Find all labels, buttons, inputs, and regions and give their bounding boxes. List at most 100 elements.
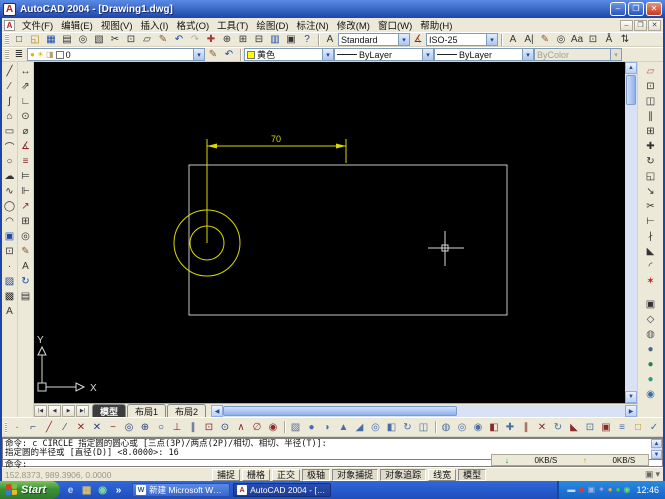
check-icon[interactable]: ✓ bbox=[646, 420, 662, 434]
spline-icon[interactable]: ∿ bbox=[2, 184, 18, 199]
arc-icon[interactable]: ⌒ bbox=[2, 139, 18, 154]
wedge-icon[interactable]: ◢ bbox=[352, 420, 368, 434]
scroll-down-icon[interactable]: ▼ bbox=[625, 391, 637, 403]
scroll-down-icon[interactable]: ▼ bbox=[651, 450, 662, 459]
quicklaunch-ie[interactable]: e bbox=[63, 483, 78, 497]
toggle-ortho[interactable]: 正交 bbox=[272, 468, 301, 481]
toggle-lineweight[interactable]: 线宽 bbox=[428, 468, 457, 481]
region-icon[interactable]: ▩ bbox=[2, 289, 18, 304]
convert-text-icon[interactable]: ⇅ bbox=[617, 33, 633, 46]
layer-combo[interactable]: ● ☀ ◨ 0 ▾ bbox=[27, 48, 205, 61]
zoom-previous-icon[interactable]: ⊟ bbox=[251, 33, 267, 46]
scale-icon[interactable]: ◱ bbox=[643, 169, 659, 184]
array-icon[interactable]: ⊞ bbox=[643, 124, 659, 139]
offset-icon[interactable]: ∥ bbox=[643, 109, 659, 124]
center-mark-icon[interactable]: ◎ bbox=[18, 229, 34, 244]
2d-wireframe-icon[interactable]: ▣ bbox=[643, 297, 659, 312]
menu-dimension[interactable]: 标注(N) bbox=[293, 18, 333, 32]
scroll-right-icon[interactable]: ▶ bbox=[625, 405, 637, 417]
horizontal-scrollbar[interactable]: ◀ ▶ bbox=[211, 405, 637, 417]
delete-faces-icon[interactable]: ✕ bbox=[534, 420, 550, 434]
menu-help[interactable]: 帮助(H) bbox=[416, 18, 456, 32]
copy-faces-icon[interactable]: ⊡ bbox=[582, 420, 598, 434]
dimension-update-icon[interactable]: ↻ bbox=[18, 274, 34, 289]
menu-window[interactable]: 窗口(W) bbox=[374, 18, 416, 32]
chevron-down-icon[interactable]: ▾ bbox=[193, 49, 204, 60]
dimension-edit-icon[interactable]: ✎ bbox=[18, 244, 34, 259]
stretch-icon[interactable]: ↘ bbox=[643, 184, 659, 199]
cone-icon[interactable]: ▲ bbox=[336, 420, 352, 434]
snap-endpoint-icon[interactable]: ╱ bbox=[41, 420, 57, 434]
menu-view[interactable]: 视图(V) bbox=[97, 18, 137, 32]
status-tray-icon[interactable]: ▣ bbox=[645, 469, 654, 480]
tray-icon-2[interactable]: ◆ bbox=[578, 486, 584, 494]
plot-preview-icon[interactable]: ◎ bbox=[75, 33, 91, 46]
snap-midpoint-icon[interactable]: ∕ bbox=[57, 420, 73, 434]
menu-file[interactable]: 文件(F) bbox=[18, 18, 57, 32]
toolbar-grip[interactable] bbox=[5, 49, 9, 60]
snap-from-icon[interactable]: ⌐ bbox=[25, 420, 41, 434]
gouraud-shaded-edges-icon[interactable]: ◉ bbox=[643, 387, 659, 402]
rotate-icon[interactable]: ↻ bbox=[643, 154, 659, 169]
command-scrollbar[interactable]: ▲ ▼ bbox=[651, 439, 662, 459]
save-icon[interactable]: ▦ bbox=[43, 33, 59, 46]
polyline-icon[interactable]: ∫ bbox=[2, 94, 18, 109]
quicklaunch-show-desktop[interactable]: ▦ bbox=[79, 483, 94, 497]
cylinder-icon[interactable]: ◗ bbox=[320, 420, 336, 434]
chevron-down-icon[interactable]: ▾ bbox=[322, 49, 333, 60]
menu-draw[interactable]: 绘图(D) bbox=[252, 18, 292, 32]
quick-leader-icon[interactable]: ↗ bbox=[18, 199, 34, 214]
edit-text-icon[interactable]: ✎ bbox=[537, 33, 553, 46]
scroll-left-icon[interactable]: ◀ bbox=[211, 405, 224, 417]
toolbar-grip[interactable] bbox=[5, 34, 9, 45]
ellipse-arc-icon[interactable]: ◠ bbox=[2, 214, 18, 229]
plot-icon[interactable]: ▤ bbox=[59, 33, 75, 46]
diameter-dimension-icon[interactable]: ⌀ bbox=[18, 124, 34, 139]
flat-shaded-edges-icon[interactable]: ● bbox=[643, 372, 659, 387]
zoom-realtime-icon[interactable]: ⊕ bbox=[219, 33, 235, 46]
polygon-icon[interactable]: ⌂ bbox=[2, 109, 18, 124]
tray-icon-1[interactable]: ▬ bbox=[567, 486, 575, 494]
section-icon[interactable]: ◫ bbox=[416, 420, 432, 434]
tab-model[interactable]: 模型 bbox=[92, 404, 127, 417]
zoom-window-icon[interactable]: ⊞ bbox=[235, 33, 251, 46]
chamfer-icon[interactable]: ◣ bbox=[643, 244, 659, 259]
status-tray-caret-icon[interactable]: ▾ bbox=[655, 469, 660, 480]
layer-manager-icon[interactable]: ≣ bbox=[11, 48, 27, 61]
3d-wireframe-icon[interactable]: ◇ bbox=[643, 312, 659, 327]
rectangle-icon[interactable]: ▭ bbox=[2, 124, 18, 139]
text-style-icon[interactable]: A bbox=[322, 33, 338, 46]
color-combo[interactable]: 黄色 ▾ bbox=[244, 48, 334, 61]
quick-dimension-icon[interactable]: ≡ bbox=[18, 154, 34, 169]
fillet-icon[interactable]: ◜ bbox=[643, 259, 659, 274]
quicklaunch-overflow[interactable]: » bbox=[111, 483, 126, 497]
scale-text-icon[interactable]: ⊡ bbox=[585, 33, 601, 46]
menu-format[interactable]: 格式(O) bbox=[172, 18, 213, 32]
mdi-minimize-button[interactable]: – bbox=[620, 19, 633, 31]
radius-dimension-icon[interactable]: ⊙ bbox=[18, 109, 34, 124]
snap-parallel-icon[interactable]: ∥ bbox=[185, 420, 201, 434]
mtext-icon[interactable]: A bbox=[505, 33, 521, 46]
revolve-icon[interactable]: ↻ bbox=[400, 420, 416, 434]
offset-faces-icon[interactable]: ∥ bbox=[518, 420, 534, 434]
explode-icon[interactable]: ✶ bbox=[643, 274, 659, 289]
color-faces-icon[interactable]: ▣ bbox=[598, 420, 614, 434]
single-line-text-icon[interactable]: A| bbox=[521, 33, 537, 46]
text-style-dialog-icon[interactable]: Aa bbox=[569, 33, 585, 46]
new-icon[interactable]: □ bbox=[11, 33, 27, 46]
extrude-icon[interactable]: ◧ bbox=[384, 420, 400, 434]
snap-nearest-icon[interactable]: ∧ bbox=[233, 420, 249, 434]
move-faces-icon[interactable]: ✚ bbox=[502, 420, 518, 434]
box-icon[interactable]: ▧ bbox=[288, 420, 304, 434]
taper-faces-icon[interactable]: ◣ bbox=[566, 420, 582, 434]
insert-block-icon[interactable]: ▣ bbox=[2, 229, 18, 244]
menu-insert[interactable]: 插入(I) bbox=[136, 18, 172, 32]
move-icon[interactable]: ✚ bbox=[643, 139, 659, 154]
snap-intersection-icon[interactable]: ✕ bbox=[73, 420, 89, 434]
aligned-dimension-icon[interactable]: ⇗ bbox=[18, 79, 34, 94]
ordinate-dimension-icon[interactable]: ∟ bbox=[18, 94, 34, 109]
tab-layout2[interactable]: 布局2 bbox=[167, 404, 207, 417]
redo-icon[interactable]: ↷ bbox=[187, 33, 203, 46]
circle-icon[interactable]: ○ bbox=[2, 154, 18, 169]
tab-nav-first[interactable]: |◀ bbox=[34, 405, 47, 417]
